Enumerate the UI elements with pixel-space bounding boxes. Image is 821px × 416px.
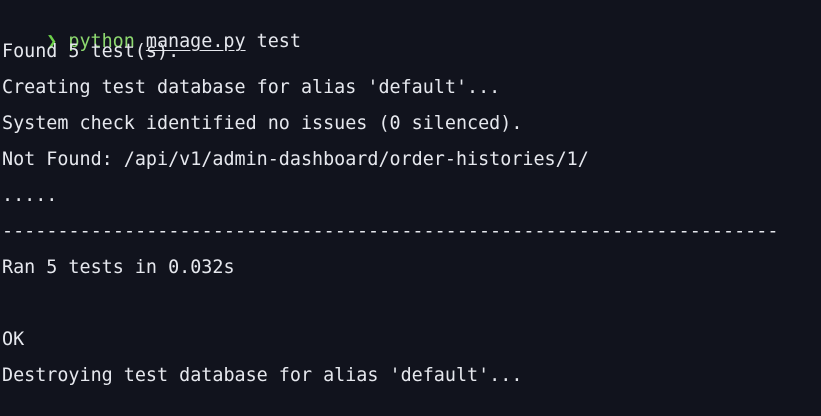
output-line-ran-tests: Ran 5 tests in 0.032s bbox=[2, 257, 235, 278]
output-line-separator: ----------------------------------------… bbox=[2, 221, 779, 242]
output-line-ok: OK bbox=[2, 329, 25, 350]
output-line-dots: ..... bbox=[2, 185, 58, 206]
output-line-system-check: System check identified no issues (0 sil… bbox=[2, 113, 523, 134]
output-line-creating-db: Creating test database for alias 'defaul… bbox=[2, 77, 501, 98]
command-argument: test bbox=[256, 31, 301, 52]
terminal-window[interactable]: ❯ python manage.py test Found 5 test(s). … bbox=[0, 0, 821, 416]
output-line-found: Found 5 test(s). bbox=[2, 41, 180, 62]
output-line-not-found: Not Found: /api/v1/admin-dashboard/order… bbox=[2, 149, 589, 170]
output-line-destroying-db: Destroying test database for alias 'defa… bbox=[2, 365, 523, 386]
prompt-line: ❯ python manage.py test bbox=[2, 3, 301, 52]
